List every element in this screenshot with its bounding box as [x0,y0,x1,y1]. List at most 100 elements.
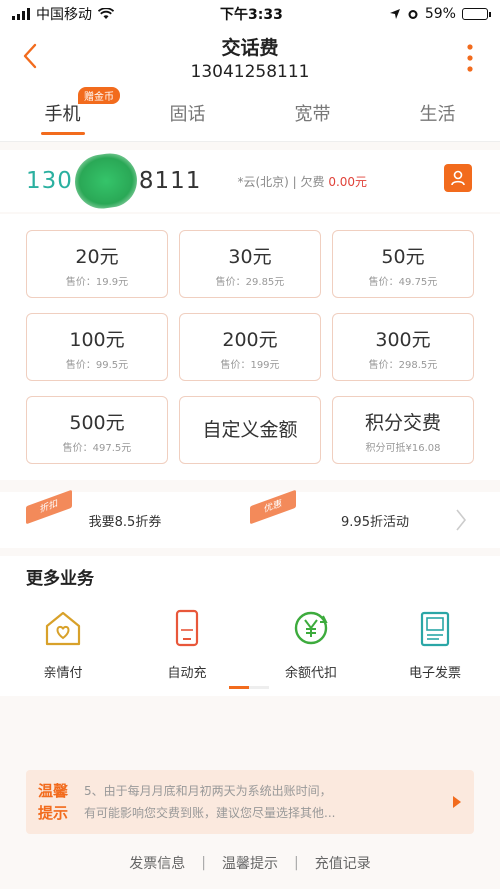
status-right: 59% [389,6,491,22]
signal-icon [12,8,30,20]
footer-links: 发票信息 | 温馨提示 | 充值记录 [0,850,500,876]
amount-value: 500元 [69,412,125,434]
tip-text-line2: 有可能影响您交费到账，建议您尽量选择其他... [84,806,336,820]
tip-text-line1: 5、由于每月月底和月初两天为系统出账时间， [84,784,332,798]
amount-option-500[interactable]: 500元 售价：497.5元 [26,396,168,464]
tip-text: 5、由于每月月底和月初两天为系统出账时间， 有可能影响您交费到账，建议您尽量选择… [78,780,452,824]
amount-value: 50元 [381,246,425,268]
amount-options-grid: 20元 售价：19.9元 30元 售价：29.85元 50元 售价：49.75元… [0,214,500,480]
tab-mobile[interactable]: 赠金币 手机 [0,86,125,141]
tip-tag: 温馨 提示 [38,780,78,824]
tab-badge: 赠金币 [78,87,120,104]
promo-tag: 优惠 [250,489,296,525]
tab-label: 固话 [169,104,206,125]
pager-active-dot [229,686,249,689]
yen-cycle-icon [294,611,328,645]
alarm-icon [408,10,418,19]
amount-price: 积分可抵¥16.08 [365,443,441,454]
tab-label: 手机 [44,104,81,125]
more-services-section: 更多业务 亲情付 自动充 余额代扣 电子发票 [0,556,500,696]
carousel-pager [229,686,269,689]
service-auto-recharge[interactable]: 自动充 [132,608,242,681]
tab-active-underline [40,132,85,135]
promo-activity[interactable]: 优惠 9.95折活动 [250,489,500,548]
amount-option-200[interactable]: 200元 售价：199元 [179,313,321,381]
amount-option-30[interactable]: 30元 售价：29.85元 [179,230,321,298]
custom-amount-button[interactable]: 自定义金额 [179,396,321,464]
owe-amount: 0.00元 [328,174,368,189]
tab-landline[interactable]: 固话 [125,86,250,141]
location-icon [389,9,400,19]
amount-value: 100元 [69,329,125,351]
amount-price: 售价：29.85元 [215,277,285,288]
divider: | [294,855,299,871]
amount-price: 售价：49.75元 [368,277,438,288]
invoice-info-link[interactable]: 发票信息 [129,853,185,873]
service-label: 自动充 [167,666,207,681]
phone-number-input[interactable]: 130 8111 [26,149,202,213]
tip-tag-line2: 提示 [38,804,69,822]
battery-icon [461,8,491,20]
service-family-pay[interactable]: 亲情付 [8,608,118,681]
amount-price: 售价：19.9元 [65,277,129,288]
phone-suffix: 8111 [138,168,202,194]
contact-person-icon [451,170,465,186]
status-bar: 中国移动 下午3:33 59% [0,0,500,28]
invoice-icon [420,611,450,647]
amount-option-50[interactable]: 50元 售价：49.75元 [332,230,474,298]
tip-tag-line1: 温馨 [38,782,69,800]
wifi-icon [98,8,114,19]
tips-link[interactable]: 温馨提示 [222,853,278,873]
divider: | [201,855,206,871]
amount-value: 200元 [222,329,278,351]
amount-price: 售价：497.5元 [62,443,132,454]
carrier-region: *云(北京) | 欠费 [237,174,325,189]
house-heart-icon [45,611,81,646]
service-label: 亲情付 [43,666,83,681]
battery-percent: 59% [424,6,456,22]
amount-value: 20元 [75,246,119,268]
play-arrow-icon [453,796,461,808]
promotions-row: 折扣 我要8.5折券 优惠 9.95折活动 [0,489,500,548]
recharge-records-link[interactable]: 充值记录 [315,853,371,873]
service-balance-deduct[interactable]: 余额代扣 [256,608,366,681]
promo-label: 9.95折活动 [341,514,409,530]
service-label: 余额代扣 [284,666,337,681]
promo-tag: 折扣 [26,489,72,525]
amount-option-100[interactable]: 100元 售价：99.5元 [26,313,168,381]
chevron-right-icon [456,509,467,531]
amount-value: 积分交费 [364,412,441,434]
tab-label: 宽带 [294,104,331,125]
page-title: 交话费 [221,36,279,59]
contacts-button[interactable] [444,164,472,192]
back-arrow-icon[interactable] [18,40,42,72]
promo-coupon[interactable]: 折扣 我要8.5折券 [0,489,250,548]
amount-value: 300元 [375,329,431,351]
amount-price: 售价：99.5元 [65,360,129,371]
amount-option-300[interactable]: 300元 售价：298.5元 [332,313,474,381]
amount-price: 售价：199元 [220,360,280,371]
status-time: 下午3:33 [220,7,283,23]
amount-price: 售价：298.5元 [368,360,438,371]
tab-broadband[interactable]: 宽带 [250,86,375,141]
service-label: 电子发票 [408,666,461,681]
points-payment-button[interactable]: 积分交费 积分可抵¥16.08 [332,396,474,464]
nav-title-block: 交话费 13041258111 [191,33,310,82]
tab-label: 生活 [419,104,456,125]
promo-label: 我要8.5折券 [88,514,162,530]
page-subtitle-phone: 13041258111 [190,61,310,82]
status-left: 中国移动 [12,4,114,24]
nav-bar: 交话费 13041258111 [0,28,500,86]
phone-auto-icon [175,609,199,647]
phone-carrier-info: *云(北京) | 欠费 0.00元 [237,173,367,190]
tab-life[interactable]: 生活 [375,86,500,141]
phone-prefix: 130 [26,168,73,194]
more-vertical-icon[interactable] [466,43,474,73]
phone-number-row: 130 8111 *云(北京) | 欠费 0.00元 [0,149,500,213]
tip-banner[interactable]: 温馨 提示 5、由于每月月底和月初两天为系统出账时间， 有可能影响您交费到账，建… [26,770,474,834]
amount-value: 自定义金额 [202,419,298,441]
service-e-invoice[interactable]: 电子发票 [380,608,490,681]
category-tabs: 赠金币 手机 固话 宽带 生活 [0,86,500,142]
amount-option-20[interactable]: 20元 售价：19.9元 [26,230,168,298]
redaction-mark [71,149,141,213]
